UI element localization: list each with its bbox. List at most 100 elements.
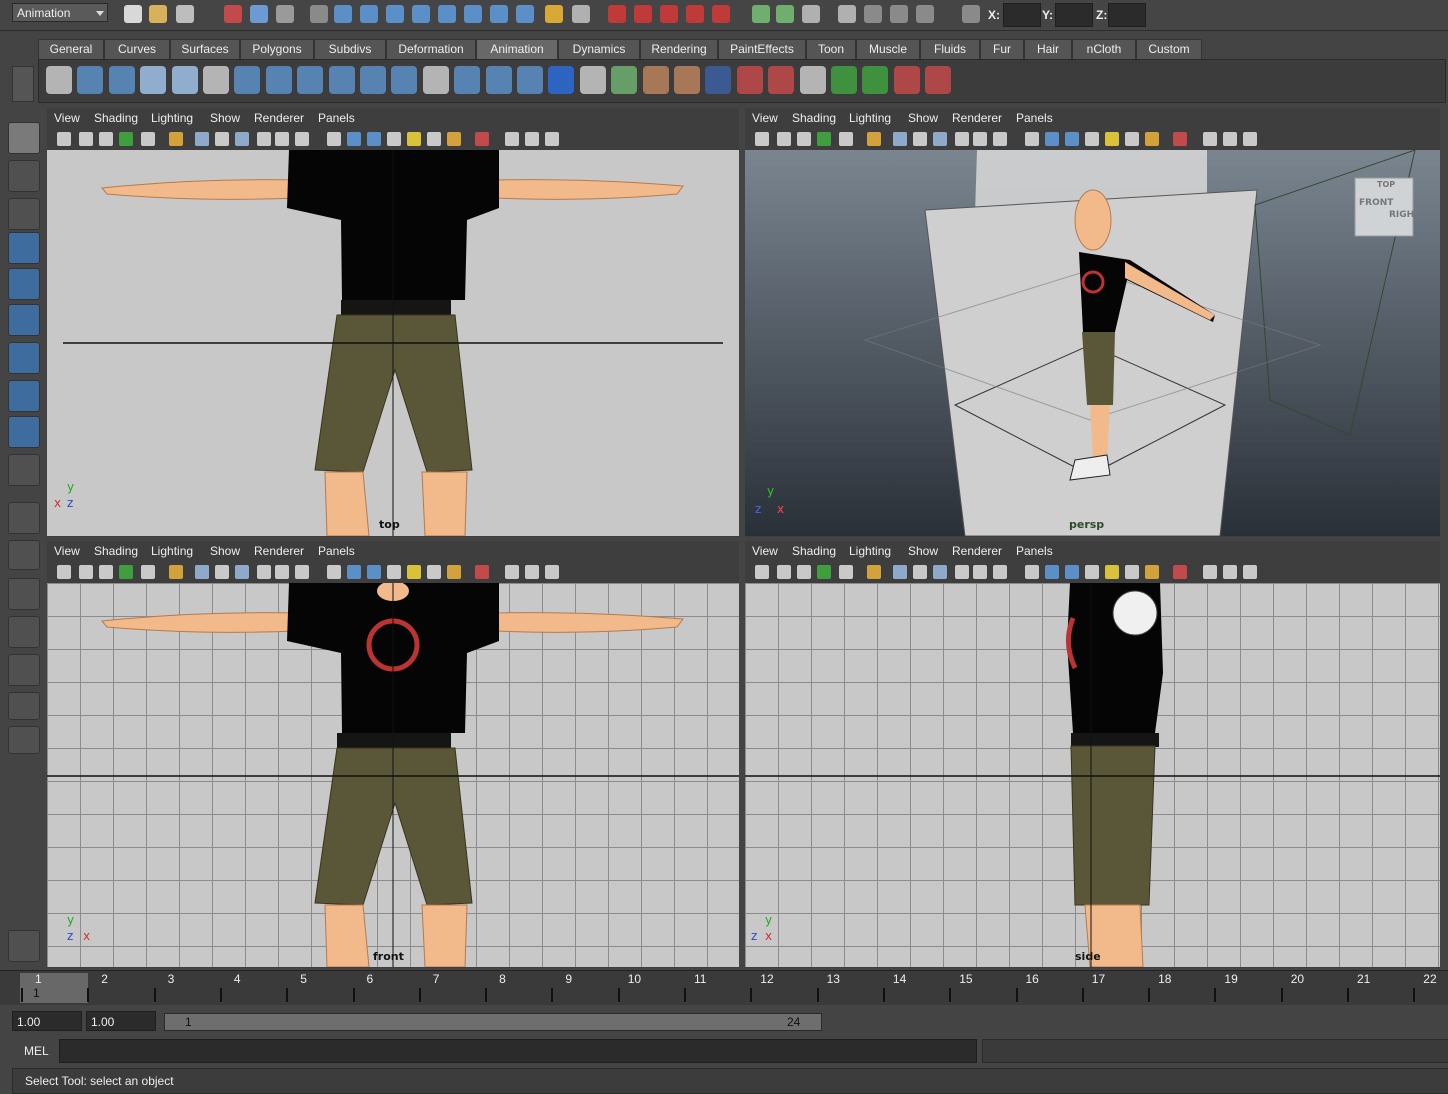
filter-icon[interactable] xyxy=(310,5,328,23)
persp-graph-layout-icon[interactable] xyxy=(8,616,40,648)
paint-select-tool-icon[interactable] xyxy=(8,198,40,230)
ambient-occlusion-icon[interactable] xyxy=(1145,132,1159,146)
tab-toon[interactable]: Toon xyxy=(806,39,856,59)
playback-start-field[interactable]: 1.00 xyxy=(86,1011,156,1031)
panel-menu-lighting[interactable]: Lighting xyxy=(151,111,193,125)
render-settings-icon[interactable] xyxy=(916,5,934,23)
select-camera-icon[interactable] xyxy=(755,132,769,146)
camera-attributes-icon[interactable] xyxy=(79,565,93,579)
universal-manipulator-icon[interactable] xyxy=(8,342,40,374)
panel-menu-shading[interactable]: Shading xyxy=(94,111,138,125)
resolution-gate-icon[interactable] xyxy=(215,565,229,579)
tab-rendering[interactable]: Rendering xyxy=(640,39,718,59)
select-component-icon[interactable] xyxy=(276,5,294,23)
xray-joints-icon[interactable] xyxy=(1223,132,1237,146)
disconnect-joint-icon[interactable] xyxy=(422,66,449,94)
safe-action-icon[interactable] xyxy=(275,132,289,146)
safe-title-icon[interactable] xyxy=(993,565,1007,579)
panel-menu-shading[interactable]: Shading xyxy=(94,544,138,558)
bookmarks-icon[interactable] xyxy=(797,132,811,146)
aim-constraint-icon[interactable] xyxy=(517,66,543,94)
textured-icon[interactable] xyxy=(387,132,401,146)
snap-point-icon[interactable] xyxy=(660,5,678,23)
insert-joint-icon[interactable] xyxy=(328,66,355,94)
tab-deformation[interactable]: Deformation xyxy=(386,39,476,59)
make-live-icon[interactable] xyxy=(712,5,730,23)
render-view-icon[interactable] xyxy=(838,5,856,23)
y-coord-field[interactable] xyxy=(1055,3,1093,27)
panel-menu-show[interactable]: Show xyxy=(210,544,240,558)
lasso-tool-icon[interactable] xyxy=(8,160,40,192)
panel-menu-shading[interactable]: Shading xyxy=(792,544,836,558)
tab-curves[interactable]: Curves xyxy=(104,39,170,59)
move-tool-icon[interactable] xyxy=(8,232,40,264)
bookmarks-icon[interactable] xyxy=(797,565,811,579)
select-camera-icon[interactable] xyxy=(57,132,71,146)
new-scene-icon[interactable] xyxy=(124,5,142,23)
snap-view-plane-icon[interactable] xyxy=(686,5,704,23)
viewport-top[interactable]: top y x z xyxy=(47,150,739,536)
ambient-occlusion-icon[interactable] xyxy=(1145,565,1159,579)
grease-pencil-icon[interactable] xyxy=(169,132,183,146)
hardware-render-icon[interactable] xyxy=(1243,132,1257,146)
panel-menu-view[interactable]: View xyxy=(54,544,80,558)
start-time-field[interactable]: 1.00 xyxy=(12,1011,82,1031)
xray-icon[interactable] xyxy=(505,132,519,146)
isolate-select-icon[interactable] xyxy=(1173,565,1187,579)
xray-joints-icon[interactable] xyxy=(525,565,539,579)
x-coord-field[interactable] xyxy=(1003,3,1041,27)
shelf-menu-button[interactable] xyxy=(12,66,34,102)
isolate-select-icon[interactable] xyxy=(475,132,489,146)
hardware-render-icon[interactable] xyxy=(545,565,559,579)
select-tool-icon[interactable] xyxy=(8,122,40,154)
safe-title-icon[interactable] xyxy=(295,565,309,579)
scale-tool-icon[interactable] xyxy=(8,304,40,336)
select-camera-icon[interactable] xyxy=(57,565,71,579)
camera-attributes-icon[interactable] xyxy=(777,565,791,579)
film-gate-icon[interactable] xyxy=(893,132,907,146)
transform-mode-icon[interactable] xyxy=(962,5,980,23)
ik-handle-icon[interactable] xyxy=(77,66,104,94)
ambient-occlusion-icon[interactable] xyxy=(447,132,461,146)
smooth-shade-icon[interactable] xyxy=(1045,132,1059,146)
safe-action-icon[interactable] xyxy=(275,565,289,579)
point-constraint-icon[interactable] xyxy=(579,66,606,94)
z-coord-field[interactable] xyxy=(1108,3,1146,27)
pole-vector-icon[interactable] xyxy=(485,66,512,94)
resolution-gate-icon[interactable] xyxy=(215,132,229,146)
tab-polygons[interactable]: Polygons xyxy=(240,39,314,59)
image-plane-icon[interactable] xyxy=(817,132,831,146)
use-lights-icon[interactable] xyxy=(407,132,421,146)
set-key-icon[interactable] xyxy=(203,66,229,94)
snap-curve-icon[interactable] xyxy=(634,5,652,23)
playblast-icon[interactable] xyxy=(893,66,920,94)
create-joint-icon[interactable] xyxy=(46,66,72,94)
bookmarks-icon[interactable] xyxy=(99,132,113,146)
ik-spline-icon[interactable] xyxy=(108,66,135,94)
select-hierarchy-icon[interactable] xyxy=(224,5,242,23)
bookmarks-icon[interactable] xyxy=(99,565,113,579)
xray-icon[interactable] xyxy=(1203,565,1217,579)
gate-mask-icon[interactable] xyxy=(235,565,249,579)
current-frame-marker[interactable] xyxy=(20,973,88,1003)
hypershade-layout-icon[interactable] xyxy=(8,654,40,686)
panel-menu-renderer[interactable]: Renderer xyxy=(254,111,304,125)
panel-menu-show[interactable]: Show xyxy=(908,111,938,125)
motion-trail-icon[interactable] xyxy=(799,66,826,94)
soft-modification-icon[interactable] xyxy=(8,380,40,412)
select-camera-icon[interactable] xyxy=(755,565,769,579)
safe-action-icon[interactable] xyxy=(973,132,987,146)
persp-outliner-layout-icon[interactable] xyxy=(8,578,40,610)
construction-history-icon[interactable] xyxy=(802,5,820,23)
shadows-icon[interactable] xyxy=(1125,132,1139,146)
rotate-tool-icon[interactable] xyxy=(8,268,40,300)
field-chart-icon[interactable] xyxy=(955,132,969,146)
use-lights-icon[interactable] xyxy=(407,565,421,579)
gate-mask-icon[interactable] xyxy=(235,132,249,146)
panel-menu-view[interactable]: View xyxy=(752,111,778,125)
cluster-icon[interactable] xyxy=(736,66,763,94)
shadows-icon[interactable] xyxy=(1125,565,1139,579)
smooth-shade-icon[interactable] xyxy=(347,565,361,579)
joint-orient-icon[interactable] xyxy=(297,66,324,94)
grease-pencil-icon[interactable] xyxy=(867,565,881,579)
